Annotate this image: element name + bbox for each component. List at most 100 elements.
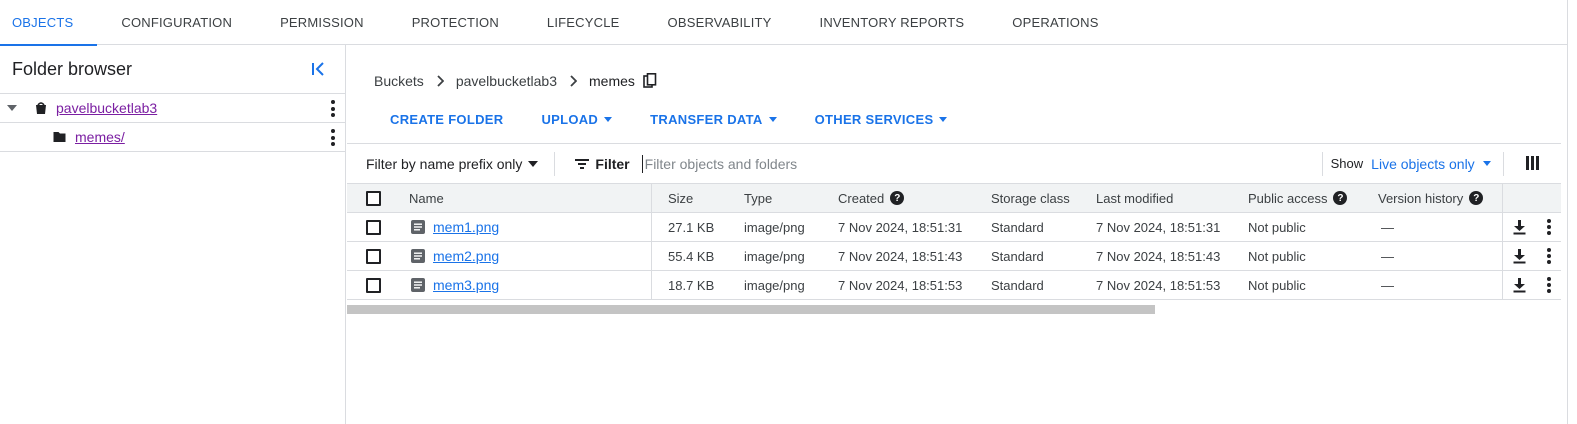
show-label: Show — [1330, 156, 1364, 171]
header-created[interactable]: Created? — [838, 184, 905, 212]
breadcrumb-buckets[interactable]: Buckets — [374, 73, 424, 89]
header-name[interactable]: Name — [409, 184, 444, 212]
name-cell: mem3.png — [411, 271, 499, 299]
table-row[interactable]: mem3.png 18.7 KB image/png 7 Nov 2024, 1… — [347, 271, 1561, 300]
table-row[interactable]: mem1.png 27.1 KB image/png 7 Nov 2024, 1… — [347, 213, 1561, 242]
more-options-icon[interactable] — [330, 100, 336, 117]
tree-item-label-folder[interactable]: memes/ — [75, 129, 125, 145]
create-folder-button[interactable]: CREATE FOLDER — [390, 110, 503, 128]
help-icon[interactable]: ? — [890, 191, 905, 205]
header-type[interactable]: Type — [744, 184, 772, 212]
chevron-right-icon — [437, 75, 444, 87]
help-icon[interactable]: ? — [1469, 191, 1484, 205]
breadcrumb-bucket[interactable]: pavelbucketlab3 — [456, 73, 557, 89]
more-options-icon[interactable] — [1546, 248, 1552, 264]
tab-bar: OBJECTS CONFIGURATION PERMISSION PROTECT… — [0, 0, 1567, 46]
column-divider — [651, 213, 652, 241]
tab-lifecycle[interactable]: LIFECYCLE — [523, 0, 644, 45]
tree-item-bucket[interactable]: pavelbucketlab3 — [0, 94, 345, 123]
header-last-modified[interactable]: Last modified — [1096, 184, 1173, 212]
version-history-cell: — — [1381, 248, 1394, 264]
collapse-panel-icon[interactable] — [309, 59, 329, 79]
tab-inventory-reports[interactable]: INVENTORY REPORTS — [796, 0, 989, 45]
tab-permission[interactable]: PERMISSION — [256, 0, 388, 45]
filter-mode-select[interactable]: Filter by name prefix only — [366, 156, 539, 172]
file-name-link[interactable]: mem2.png — [433, 248, 499, 264]
transfer-data-label: TRANSFER DATA — [650, 111, 763, 127]
public-access-cell: Not public — [1248, 248, 1306, 264]
breadcrumb-current: memes — [589, 73, 635, 89]
download-icon[interactable] — [1513, 277, 1526, 293]
help-icon[interactable]: ? — [1333, 191, 1348, 205]
size-cell: 55.4 KB — [668, 248, 715, 264]
show-objects-select[interactable]: Live objects only — [1371, 156, 1491, 172]
file-name-link[interactable]: mem1.png — [433, 219, 499, 235]
storage-class-cell: Standard — [991, 219, 1044, 235]
upload-button[interactable]: UPLOAD — [541, 110, 613, 128]
column-divider — [1502, 271, 1503, 299]
folder-browser-header: Folder browser — [0, 45, 345, 94]
file-icon — [411, 220, 425, 234]
row-checkbox-cell — [366, 271, 381, 299]
bucket-icon — [36, 102, 46, 114]
header-public-access[interactable]: Public access? — [1248, 184, 1348, 212]
divider — [554, 151, 556, 176]
transfer-data-button[interactable]: TRANSFER DATA — [650, 110, 777, 128]
header-version-history-label: Version history — [1378, 190, 1464, 206]
row-checkbox[interactable] — [366, 219, 381, 235]
download-cell — [1513, 213, 1526, 241]
download-icon[interactable] — [1513, 219, 1526, 235]
folder-browser-title: Folder browser — [12, 58, 133, 79]
version-history-cell: — — [1381, 219, 1394, 235]
header-storage-class[interactable]: Storage class — [991, 184, 1070, 212]
horizontal-scrollbar[interactable] — [347, 305, 1155, 314]
tree-item-label-bucket[interactable]: pavelbucketlab3 — [56, 100, 157, 116]
file-name-link[interactable]: mem3.png — [433, 277, 499, 293]
filter-label: Filter — [595, 155, 630, 172]
row-checkbox[interactable] — [366, 277, 381, 293]
download-icon[interactable] — [1513, 248, 1526, 264]
upload-label: UPLOAD — [541, 111, 599, 127]
type-cell: image/png — [744, 248, 805, 264]
column-divider — [1502, 213, 1503, 241]
table-row[interactable]: mem2.png 55.4 KB image/png 7 Nov 2024, 1… — [347, 242, 1561, 271]
tab-protection[interactable]: PROTECTION — [388, 0, 523, 45]
row-checkbox[interactable] — [366, 248, 381, 264]
filter-input[interactable] — [641, 154, 1322, 173]
expand-caret-icon[interactable] — [7, 105, 17, 111]
column-display-icon[interactable] — [1526, 156, 1539, 170]
more-options-icon[interactable] — [1546, 277, 1552, 293]
created-cell: 7 Nov 2024, 18:51:31 — [838, 219, 963, 235]
filter-icon — [575, 158, 590, 169]
last-modified-cell: 7 Nov 2024, 18:51:53 — [1096, 277, 1221, 293]
header-size[interactable]: Size — [668, 184, 693, 212]
tree-item-folder[interactable]: memes/ — [0, 123, 345, 152]
table-header-row: Name Size Type Created? Storage class La… — [347, 183, 1561, 213]
select-all-checkbox[interactable] — [366, 190, 381, 206]
column-divider — [651, 242, 652, 270]
dropdown-arrow-icon — [604, 116, 613, 122]
copy-icon[interactable] — [643, 73, 657, 89]
filter-button[interactable]: Filter — [575, 155, 630, 172]
tab-operations[interactable]: OPERATIONS — [988, 0, 1122, 45]
column-divider — [651, 271, 652, 299]
type-cell: image/png — [744, 219, 805, 235]
tab-configuration[interactable]: CONFIGURATION — [97, 0, 256, 45]
other-services-button[interactable]: OTHER SERVICES — [815, 110, 948, 128]
size-cell: 18.7 KB — [668, 277, 715, 293]
folder-browser-panel: Folder browser pavelbucketlab3 memes/ — [0, 45, 346, 424]
tab-objects[interactable]: OBJECTS — [0, 0, 98, 46]
dropdown-arrow-icon — [1482, 161, 1491, 166]
more-options-icon[interactable] — [330, 129, 336, 146]
filter-bar: Filter by name prefix only Filter Show L… — [347, 143, 1561, 183]
tab-observability[interactable]: OBSERVABILITY — [644, 0, 796, 45]
created-cell: 7 Nov 2024, 18:51:43 — [838, 248, 963, 264]
create-folder-label: CREATE FOLDER — [390, 111, 504, 127]
header-public-access-label: Public access — [1248, 190, 1328, 206]
more-options-icon[interactable] — [1546, 219, 1552, 235]
header-version-history[interactable]: Version history? — [1378, 184, 1484, 212]
dropdown-arrow-icon — [939, 116, 948, 122]
type-cell: image/png — [744, 277, 805, 293]
download-cell — [1513, 242, 1526, 270]
dropdown-arrow-icon — [528, 160, 539, 167]
